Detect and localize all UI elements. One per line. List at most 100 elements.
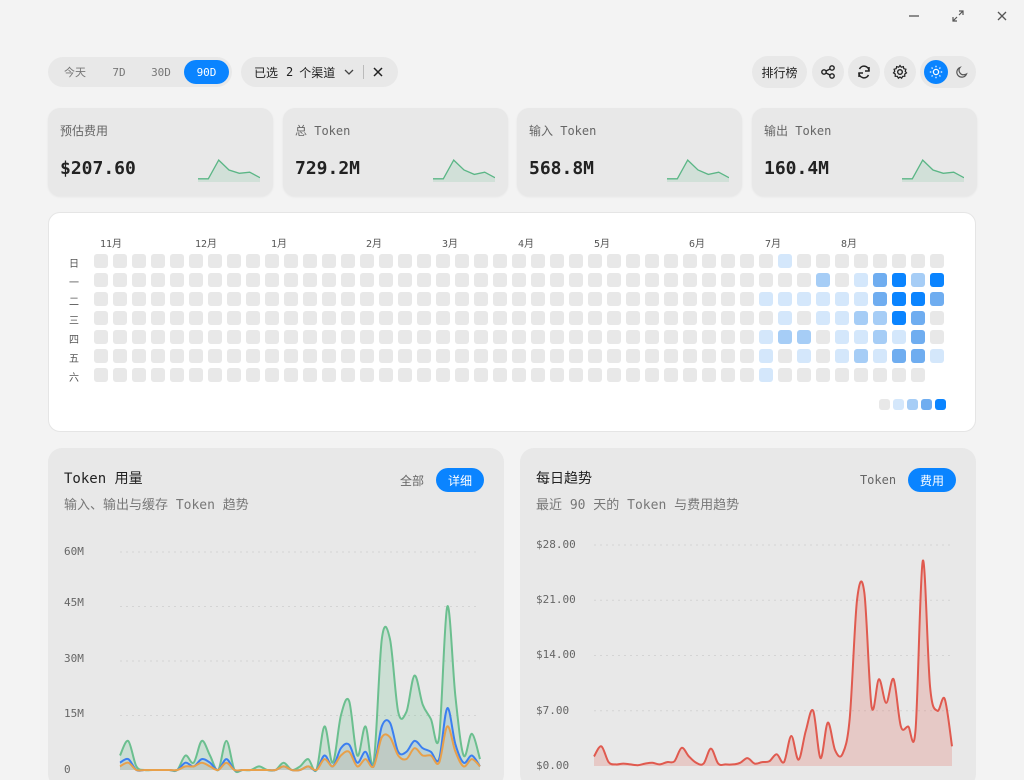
heatmap-cell[interactable] — [740, 254, 754, 268]
heatmap-cell[interactable] — [664, 330, 678, 344]
heatmap-cell[interactable] — [360, 311, 374, 325]
range-today[interactable]: 今天 — [54, 60, 96, 84]
leaderboard-button[interactable]: 排行榜 — [752, 56, 807, 88]
heatmap-cell[interactable] — [398, 368, 412, 382]
heatmap-cell[interactable] — [474, 311, 488, 325]
heatmap-cell[interactable] — [303, 254, 317, 268]
heatmap-cell[interactable] — [740, 368, 754, 382]
heatmap-cell[interactable] — [208, 349, 222, 363]
heatmap-cell[interactable] — [588, 349, 602, 363]
heatmap-cell[interactable] — [189, 330, 203, 344]
heatmap-cell[interactable] — [911, 292, 925, 306]
heatmap-cell[interactable] — [721, 311, 735, 325]
share-button[interactable] — [812, 56, 844, 88]
heatmap-cell[interactable] — [170, 254, 184, 268]
heatmap-cell[interactable] — [607, 254, 621, 268]
heatmap-cell[interactable] — [379, 292, 393, 306]
heatmap-cell[interactable] — [702, 254, 716, 268]
heatmap-cell[interactable] — [816, 349, 830, 363]
heatmap-cell[interactable] — [265, 330, 279, 344]
heatmap-cell[interactable] — [360, 330, 374, 344]
heatmap-cell[interactable] — [493, 330, 507, 344]
heatmap-cell[interactable] — [626, 330, 640, 344]
heatmap-cell[interactable] — [170, 368, 184, 382]
heatmap-cell[interactable] — [740, 311, 754, 325]
heatmap-cell[interactable] — [189, 292, 203, 306]
heatmap-cell[interactable] — [322, 349, 336, 363]
heatmap-cell[interactable] — [417, 330, 431, 344]
heatmap-cell[interactable] — [94, 292, 108, 306]
heatmap-cell[interactable] — [455, 330, 469, 344]
heatmap-cell[interactable] — [208, 311, 222, 325]
heatmap-cell[interactable] — [246, 273, 260, 287]
heatmap-cell[interactable] — [379, 349, 393, 363]
heatmap-cell[interactable] — [816, 292, 830, 306]
heatmap-cell[interactable] — [854, 311, 868, 325]
heatmap-cell[interactable] — [778, 292, 792, 306]
heatmap-cell[interactable] — [512, 349, 526, 363]
heatmap-cell[interactable] — [493, 292, 507, 306]
heatmap-cell[interactable] — [892, 368, 906, 382]
heatmap-cell[interactable] — [113, 292, 127, 306]
heatmap-cell[interactable] — [892, 349, 906, 363]
heatmap-cell[interactable] — [265, 349, 279, 363]
heatmap-cell[interactable] — [664, 311, 678, 325]
heatmap-cell[interactable] — [132, 368, 146, 382]
heatmap-cell[interactable] — [588, 311, 602, 325]
heatmap-cell[interactable] — [303, 311, 317, 325]
heatmap-cell[interactable] — [607, 349, 621, 363]
heatmap-cell[interactable] — [360, 292, 374, 306]
heatmap-cell[interactable] — [94, 349, 108, 363]
heatmap-cell[interactable] — [436, 292, 450, 306]
heatmap-cell[interactable] — [170, 330, 184, 344]
heatmap-cell[interactable] — [398, 254, 412, 268]
heatmap-cell[interactable] — [588, 273, 602, 287]
heatmap-cell[interactable] — [151, 311, 165, 325]
heatmap-cell[interactable] — [151, 254, 165, 268]
heatmap-cell[interactable] — [246, 292, 260, 306]
heatmap-cell[interactable] — [873, 273, 887, 287]
heatmap-cell[interactable] — [303, 292, 317, 306]
heatmap-cell[interactable] — [759, 254, 773, 268]
heatmap-cell[interactable] — [189, 273, 203, 287]
heatmap-cell[interactable] — [588, 330, 602, 344]
range-30d[interactable]: 30D — [140, 60, 182, 84]
heatmap-cell[interactable] — [607, 292, 621, 306]
heatmap-cell[interactable] — [341, 254, 355, 268]
range-7d[interactable]: 7D — [100, 60, 138, 84]
heatmap-cell[interactable] — [493, 273, 507, 287]
heatmap-cell[interactable] — [702, 368, 716, 382]
heatmap-cell[interactable] — [208, 273, 222, 287]
heatmap-cell[interactable] — [664, 349, 678, 363]
heatmap-cell[interactable] — [303, 368, 317, 382]
heatmap-cell[interactable] — [474, 273, 488, 287]
heatmap-cell[interactable] — [417, 273, 431, 287]
heatmap-cell[interactable] — [113, 254, 127, 268]
heatmap-cell[interactable] — [702, 330, 716, 344]
heatmap-cell[interactable] — [265, 273, 279, 287]
heatmap-cell[interactable] — [778, 254, 792, 268]
heatmap-cell[interactable] — [512, 273, 526, 287]
heatmap-cell[interactable] — [645, 368, 659, 382]
channel-selector[interactable]: 已选 2 个渠道 — [241, 57, 398, 87]
heatmap-cell[interactable] — [379, 368, 393, 382]
heatmap-cell[interactable] — [189, 368, 203, 382]
heatmap-cell[interactable] — [797, 254, 811, 268]
heatmap-cell[interactable] — [455, 368, 469, 382]
heatmap-cell[interactable] — [873, 254, 887, 268]
heatmap-cell[interactable] — [778, 368, 792, 382]
heatmap-cell[interactable] — [721, 273, 735, 287]
heatmap-cell[interactable] — [721, 254, 735, 268]
refresh-button[interactable] — [848, 56, 880, 88]
heatmap-cell[interactable] — [227, 368, 241, 382]
heatmap-cell[interactable] — [512, 254, 526, 268]
heatmap-cell[interactable] — [341, 349, 355, 363]
heatmap-cell[interactable] — [854, 368, 868, 382]
heatmap-cell[interactable] — [531, 349, 545, 363]
heatmap-cell[interactable] — [645, 330, 659, 344]
heatmap-cell[interactable] — [398, 273, 412, 287]
heatmap-cell[interactable] — [550, 368, 564, 382]
heatmap-cell[interactable] — [379, 311, 393, 325]
heatmap-cell[interactable] — [493, 349, 507, 363]
close-icon[interactable] — [994, 8, 1010, 24]
